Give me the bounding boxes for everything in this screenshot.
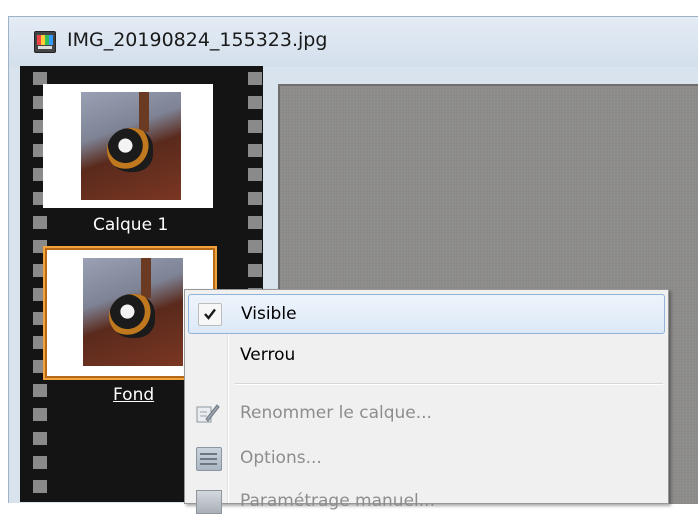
menu-item-label: Renommer le calque... — [240, 403, 432, 423]
layer-image-preview — [81, 92, 181, 200]
menu-item-rename-layer[interactable]: Renommer le calque... — [188, 394, 663, 432]
layer-thumbnail-calque-1[interactable] — [43, 84, 213, 208]
menu-item-label: Options... — [240, 448, 322, 468]
menu-item-verrou[interactable]: Verrou — [188, 336, 663, 374]
menu-item-label: Visible — [241, 304, 297, 324]
menu-item-options[interactable]: Options... — [188, 439, 663, 477]
menu-item-label: Verrou — [240, 345, 296, 365]
layer-image-preview — [83, 258, 183, 366]
layer-label: Calque 1 — [93, 215, 169, 235]
window-title: IMG_20190824_155323.jpg — [67, 29, 328, 51]
title-bar[interactable]: IMG_20190824_155323.jpg — [9, 17, 698, 67]
menu-separator — [235, 383, 663, 385]
layer-label: Fond — [113, 385, 155, 405]
rename-icon — [196, 402, 220, 424]
check-icon — [198, 303, 222, 326]
layer-context-menu: Visible Verrou Renommer le calque... Opt… — [184, 289, 669, 514]
manual-settings-icon — [196, 490, 222, 514]
image-file-icon — [34, 31, 56, 53]
menu-item-label: Paramétrage manuel... — [240, 491, 435, 511]
options-icon — [196, 447, 222, 471]
menu-item-manual-settings[interactable]: Paramétrage manuel... — [188, 482, 663, 520]
menu-item-visible[interactable]: Visible — [188, 294, 665, 334]
